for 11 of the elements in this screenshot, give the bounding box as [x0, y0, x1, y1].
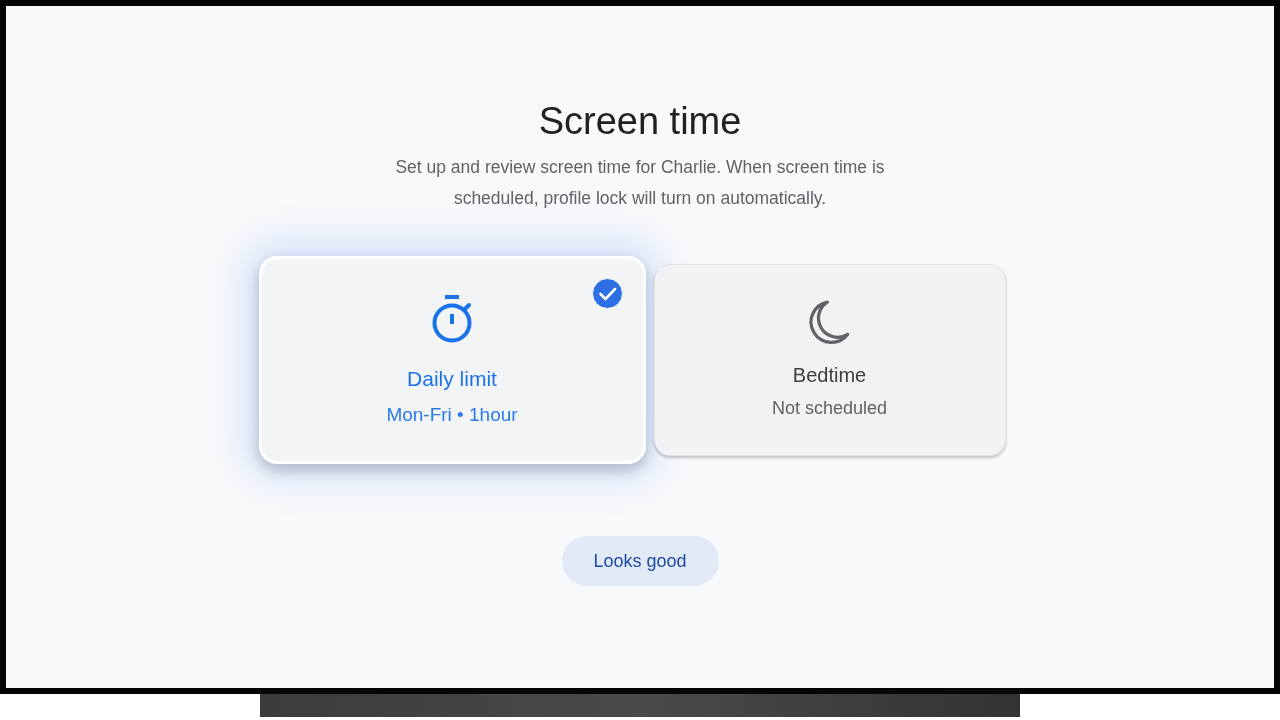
option-subtitle: Mon-Fri • 1hour	[386, 402, 518, 427]
check-icon	[591, 278, 623, 309]
option-title: Daily limit	[407, 366, 497, 391]
page-description: Set up and review screen time for Charlie. When screen time is scheduled, profile lock will turn on automatically.	[394, 156, 886, 210]
looks-good-button[interactable]: Looks good	[561, 536, 719, 586]
option-title: Bedtime	[792, 363, 867, 387]
page-title: Screen time	[538, 99, 742, 144]
option-card[interactable]: Bedtime Not scheduled	[653, 264, 1006, 456]
option-card[interactable]: Daily limit Mon-Fri • 1hour	[258, 256, 646, 464]
option-subtitle: Not scheduled	[771, 397, 888, 420]
moon-icon	[808, 300, 851, 345]
